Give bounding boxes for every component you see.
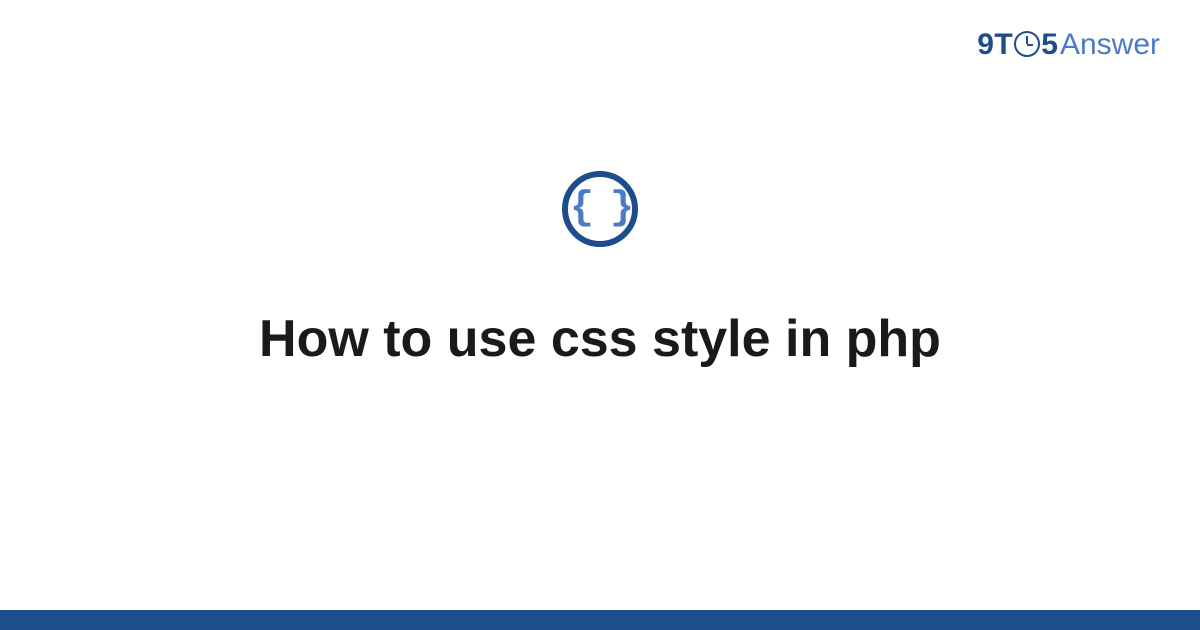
category-badge: { } — [562, 171, 638, 247]
code-braces-icon: { } — [570, 189, 630, 229]
question-title: How to use css style in php — [219, 309, 981, 369]
footer-accent-bar — [0, 610, 1200, 630]
main-content: { } How to use css style in php — [0, 0, 1200, 630]
